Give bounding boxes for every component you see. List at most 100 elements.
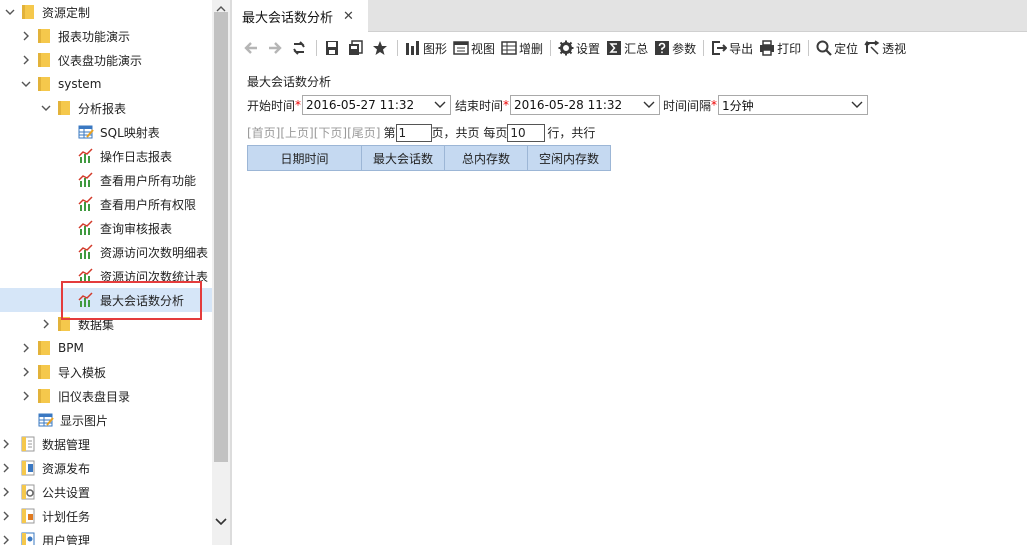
chart-report-icon	[78, 196, 94, 212]
tree-node-op-log-report[interactable]: 操作日志报表	[0, 144, 212, 168]
prev-page-link[interactable]: [上页]	[280, 124, 313, 141]
tree-node-dashboard-demo[interactable]: 仪表盘功能演示	[0, 48, 212, 72]
tree-node-show-image[interactable]: 显示图片	[0, 408, 212, 432]
close-icon[interactable]: ✕	[343, 9, 354, 24]
chart-report-icon	[78, 292, 94, 308]
first-page-link[interactable]: [首页]	[247, 124, 280, 141]
print-button[interactable]: 打印	[756, 36, 804, 60]
toolbar-separator	[550, 40, 552, 56]
column-header[interactable]: 最大会话数	[362, 146, 445, 170]
tree-label: 用户管理	[42, 533, 91, 545]
chevron-right-icon[interactable]	[0, 462, 12, 474]
chevron-right-icon[interactable]	[20, 390, 32, 402]
column-header[interactable]: 日期时间	[248, 146, 362, 170]
chevron-down-icon	[851, 101, 863, 108]
edit-rows-button[interactable]: 增删	[498, 36, 546, 60]
chart-button[interactable]: 图形	[402, 36, 450, 60]
column-header[interactable]: 空闲内存数	[528, 146, 610, 170]
doc-folder-icon	[20, 436, 36, 452]
tree-label: 查询审核报表	[100, 221, 173, 236]
chevron-down-icon[interactable]	[4, 6, 16, 18]
scrollbar-thumb[interactable]	[214, 12, 228, 462]
tree-node-user-functions[interactable]: 查看用户所有功能	[0, 168, 212, 192]
locate-button[interactable]: 定位	[813, 36, 861, 60]
printer-icon	[760, 40, 775, 56]
forward-button[interactable]	[264, 36, 288, 60]
tree-node-system[interactable]: system	[0, 72, 212, 96]
chevron-right-icon[interactable]	[0, 438, 12, 450]
tab-max-session-analysis[interactable]: 最大会话数分析 ✕	[232, 0, 368, 32]
chevron-right-icon[interactable]	[20, 54, 32, 66]
tree-label: 导入模板	[58, 365, 107, 380]
chevron-right-icon[interactable]	[0, 486, 12, 498]
last-page-link[interactable]: [尾页]	[347, 124, 380, 141]
settings-button[interactable]: 设置	[555, 36, 603, 60]
tree-node-report-demo[interactable]: 报表功能演示	[0, 24, 212, 48]
back-button[interactable]	[240, 36, 264, 60]
sidebar-scrollbar[interactable]	[212, 0, 230, 545]
tree-node-user-permissions[interactable]: 查看用户所有权限	[0, 192, 212, 216]
folder-icon	[36, 340, 52, 356]
scroll-down-arrow-icon[interactable]	[212, 512, 230, 530]
tree-node-audit-report[interactable]: 查询审核报表	[0, 216, 212, 240]
pivot-button[interactable]: 透视	[861, 36, 909, 60]
tree-node-max-session-analysis[interactable]: 最大会话数分析	[0, 288, 212, 312]
chevron-down-icon[interactable]	[40, 102, 52, 114]
folder-icon	[36, 52, 52, 68]
tree-node-old-dashboard[interactable]: 旧仪表盘目录	[0, 384, 212, 408]
tree-label: 旧仪表盘目录	[58, 389, 131, 404]
tree-node-analysis-reports[interactable]: 分析报表	[0, 96, 212, 120]
tree-node-access-detail[interactable]: 资源访问次数明细表	[0, 240, 212, 264]
chevron-down-icon[interactable]	[20, 78, 32, 90]
tree-label: 资源访问次数统计表	[100, 269, 209, 284]
chevron-right-icon[interactable]	[20, 366, 32, 378]
save-as-icon	[349, 40, 363, 55]
tree-node-sql-mapping[interactable]: SQL映射表	[0, 120, 212, 144]
per-page-input[interactable]: 10	[507, 123, 546, 142]
page-number-input[interactable]: 1	[395, 123, 432, 142]
save-as-button[interactable]	[345, 36, 369, 60]
arrow-right-icon	[269, 42, 282, 54]
params-button[interactable]: 参数	[651, 36, 699, 60]
tree-node-data-management[interactable]: 数据管理	[0, 432, 212, 456]
folder-icon	[36, 76, 52, 92]
export-button[interactable]: 导出	[708, 36, 756, 60]
tree-label: 资源发布	[42, 461, 91, 476]
pane-divider[interactable]	[230, 0, 232, 545]
tree-node-access-stats[interactable]: 资源访问次数统计表	[0, 264, 212, 288]
tree-node-dataset[interactable]: 数据集	[0, 312, 212, 336]
chevron-right-icon[interactable]	[0, 510, 12, 522]
tree-node-bpm[interactable]: BPM	[0, 336, 212, 360]
toolbar-separator	[397, 40, 398, 56]
save-button[interactable]	[321, 36, 345, 60]
toolbar-separator	[703, 40, 705, 56]
toolbar-separator	[808, 40, 810, 56]
end-time-select[interactable]: 2016-05-28 11:32	[510, 95, 661, 115]
toolbar-separator	[316, 40, 317, 56]
table-edit-icon	[38, 412, 54, 428]
chevron-right-icon[interactable]	[20, 342, 32, 354]
refresh-button[interactable]	[288, 36, 312, 60]
tree-node-resource-publish[interactable]: 资源发布	[0, 456, 212, 480]
tree-node-scheduled-tasks[interactable]: 计划任务	[0, 504, 212, 528]
edit-rows-label: 增删	[519, 41, 544, 56]
next-page-link[interactable]: [下页]	[314, 124, 347, 141]
start-time-select[interactable]: 2016-05-27 11:32	[302, 95, 452, 115]
tree-node-user-management[interactable]: 用户管理	[0, 528, 212, 545]
tree-node-import-template[interactable]: 导入模板	[0, 360, 212, 384]
favorite-button[interactable]	[369, 36, 393, 60]
tree-node-resource-custom[interactable]: 资源定制	[0, 0, 212, 24]
locate-label: 定位	[834, 41, 859, 56]
task-icon	[20, 508, 36, 524]
pivot-icon	[864, 40, 880, 55]
interval-select[interactable]: 1分钟	[718, 95, 869, 115]
view-button[interactable]: 视图	[450, 36, 498, 60]
chart-report-icon	[78, 148, 94, 164]
tree-node-common-settings[interactable]: 公共设置	[0, 480, 212, 504]
chevron-right-icon[interactable]	[0, 534, 12, 545]
chart-report-icon	[78, 244, 94, 260]
summary-button[interactable]: 汇总	[603, 36, 651, 60]
chevron-right-icon[interactable]	[20, 30, 32, 42]
column-header[interactable]: 总内存数	[445, 146, 528, 170]
chevron-right-icon[interactable]	[40, 318, 52, 330]
